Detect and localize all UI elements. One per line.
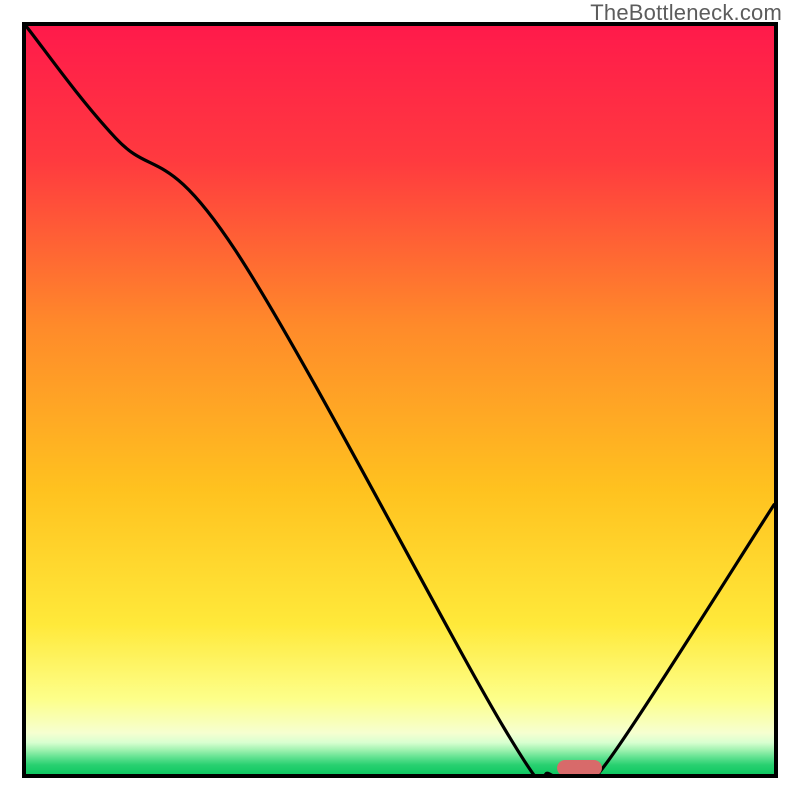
chart-background bbox=[26, 26, 774, 774]
bottleneck-chart bbox=[26, 26, 774, 774]
chart-frame bbox=[22, 22, 778, 778]
optimal-marker bbox=[557, 760, 602, 774]
